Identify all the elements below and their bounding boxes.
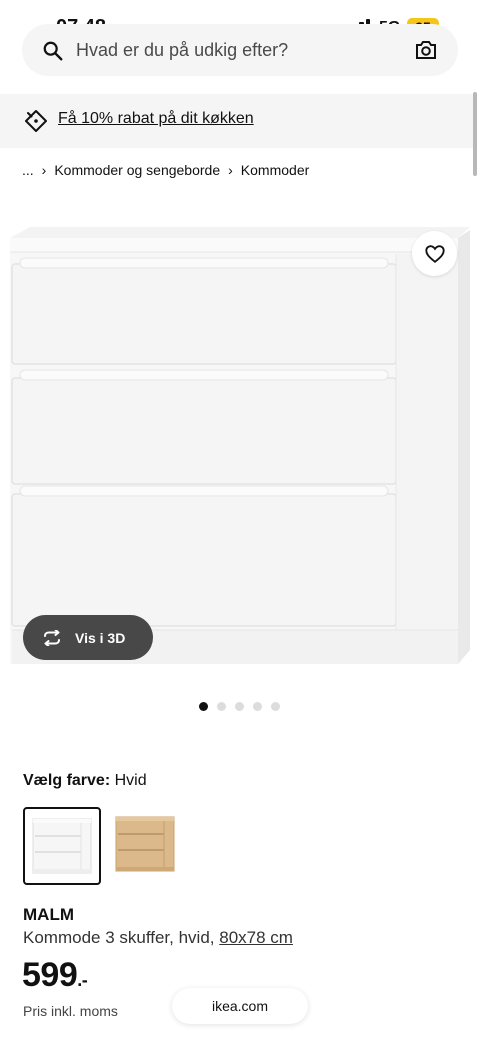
carousel-dot[interactable] bbox=[199, 702, 208, 711]
color-swatch-white[interactable] bbox=[23, 807, 101, 885]
camera-search-icon[interactable] bbox=[414, 38, 438, 62]
breadcrumb: ... › Kommoder og sengeborde › Kommoder bbox=[22, 162, 309, 178]
rotate-3d-icon bbox=[44, 629, 60, 646]
browser-url-pill[interactable]: ikea.com bbox=[172, 988, 308, 1024]
carousel-dot[interactable] bbox=[217, 702, 226, 711]
search-icon bbox=[43, 41, 63, 61]
favorite-button[interactable] bbox=[412, 231, 457, 276]
product-description-text: Kommode 3 skuffer, hvid, bbox=[23, 928, 215, 947]
breadcrumb-item-current[interactable]: Kommoder bbox=[241, 162, 309, 178]
carousel-dot[interactable] bbox=[271, 702, 280, 711]
color-label-title: Vælg farve: bbox=[23, 772, 111, 789]
view-3d-button[interactable]: Vis i 3D bbox=[23, 615, 153, 660]
breadcrumb-item-category[interactable]: Kommoder og sengeborde bbox=[54, 162, 220, 178]
promo-banner[interactable]: Få 10% rabat på dit køkken bbox=[0, 94, 476, 148]
search-bar[interactable] bbox=[22, 24, 458, 76]
carousel-dot[interactable] bbox=[253, 702, 262, 711]
breadcrumb-ellipsis[interactable]: ... bbox=[22, 162, 34, 178]
chevron-right-icon: › bbox=[41, 162, 47, 178]
product-description: Kommode 3 skuffer, hvid, 80x78 cm bbox=[23, 928, 293, 948]
color-value: Hvid bbox=[114, 772, 147, 789]
color-swatch-oak[interactable] bbox=[108, 807, 186, 885]
scrollbar[interactable] bbox=[473, 92, 477, 176]
product-size-link[interactable]: 80x78 cm bbox=[219, 928, 293, 947]
search-input[interactable] bbox=[76, 24, 406, 76]
price-tag-icon bbox=[25, 110, 47, 132]
white-dresser-thumbnail bbox=[32, 818, 92, 874]
price-suffix: .- bbox=[77, 970, 88, 990]
heart-icon bbox=[424, 244, 445, 263]
color-label: Vælg farve: Hvid bbox=[23, 772, 147, 790]
carousel-dot[interactable] bbox=[235, 702, 244, 711]
chevron-right-icon: › bbox=[228, 162, 233, 178]
price-note: Pris inkl. moms bbox=[23, 1003, 118, 1019]
carousel-dots bbox=[199, 702, 280, 711]
oak-dresser-thumbnail bbox=[115, 816, 175, 872]
product-name: MALM bbox=[23, 905, 74, 924]
product-price: 599.- bbox=[22, 956, 88, 995]
view-3d-label: Vis i 3D bbox=[75, 629, 126, 646]
promo-link[interactable]: Få 10% rabat på dit køkken bbox=[58, 110, 254, 128]
price-main: 599 bbox=[22, 956, 78, 994]
